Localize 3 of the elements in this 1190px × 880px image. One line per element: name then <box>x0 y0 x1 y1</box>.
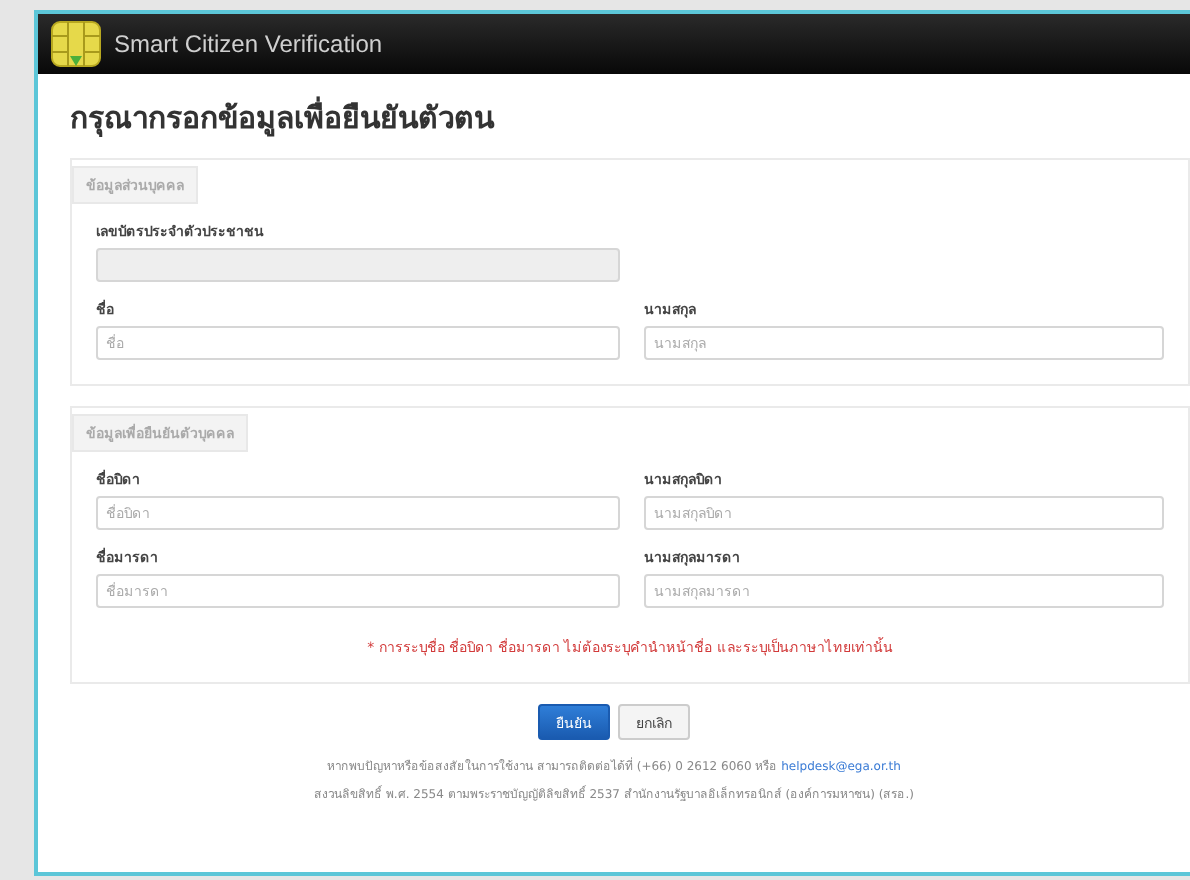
chip-icon <box>50 20 102 68</box>
page-heading: กรุณากรอกข้อมูลเพื่อยืนยันตัวตน <box>70 94 497 141</box>
window-title: Smart Citizen Verification <box>114 30 383 58</box>
